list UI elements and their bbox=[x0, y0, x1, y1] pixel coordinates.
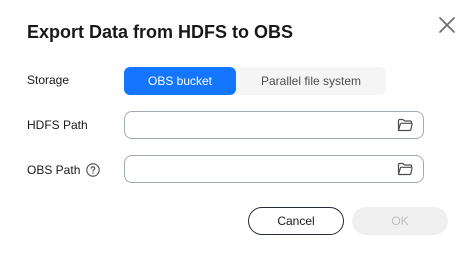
obs-path-field bbox=[124, 155, 424, 183]
folder-icon[interactable] bbox=[397, 118, 413, 132]
hdfs-path-label: HDFS Path bbox=[27, 118, 88, 132]
obs-path-label-text: OBS Path bbox=[27, 163, 81, 177]
storage-option-parallel-file-system[interactable]: Parallel file system bbox=[236, 67, 386, 95]
ok-button[interactable]: OK bbox=[352, 207, 448, 235]
storage-option-obs-bucket[interactable]: OBS bucket bbox=[124, 67, 236, 95]
question-circle-icon[interactable] bbox=[86, 163, 101, 177]
storage-type-selector: OBS bucket Parallel file system bbox=[124, 67, 386, 95]
storage-label: Storage bbox=[27, 73, 69, 87]
export-dialog: Export Data from HDFS to OBS Storage OBS… bbox=[0, 0, 467, 255]
cancel-button[interactable]: Cancel bbox=[248, 207, 344, 235]
dialog-title: Export Data from HDFS to OBS bbox=[27, 22, 294, 42]
storage-label-text: Storage bbox=[27, 73, 70, 87]
hdfs-path-field bbox=[124, 111, 424, 139]
folder-icon[interactable] bbox=[397, 162, 413, 176]
obs-path-input[interactable] bbox=[133, 160, 383, 178]
hdfs-path-label-text: HDFS Path bbox=[27, 118, 88, 132]
obs-path-label: OBS Path bbox=[27, 163, 101, 177]
hdfs-path-input[interactable] bbox=[133, 116, 383, 134]
close-icon[interactable] bbox=[437, 15, 457, 35]
